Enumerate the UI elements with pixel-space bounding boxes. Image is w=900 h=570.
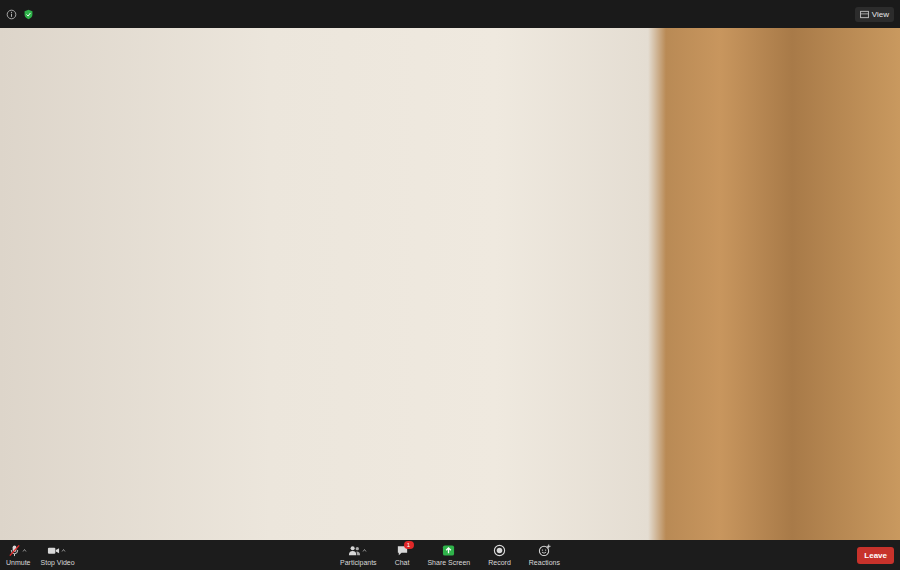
microphone-icon [8,544,21,557]
icon-row [442,544,455,557]
caret-up-icon[interactable] [362,546,369,555]
record-label: Record [488,559,511,567]
toolbar-right: Leave [560,547,894,564]
icon-wrap: 1 [396,544,409,557]
leave-button[interactable]: Leave [857,547,894,564]
participants-icon [348,544,361,557]
icon-wrap [538,544,551,557]
participants-label: Participants [340,559,377,567]
chat-badge: 1 [404,541,414,549]
view-grid-icon [860,10,869,19]
toolbar-left: Unmute Stop Video [6,544,340,567]
caret-up-icon[interactable] [22,546,29,555]
video-frame [0,28,900,540]
encryption-shield-icon[interactable] [23,9,34,20]
icon-row [8,544,29,557]
top-bar-left [6,9,34,20]
participants-button[interactable]: Participants [340,544,377,567]
reactions-label: Reactions [529,559,560,567]
icon-row [538,544,551,557]
icon-wrap [442,544,455,557]
toolbar-center: Participants 1 Chat Share Screen Record React… [340,544,560,567]
share-button[interactable]: Share Screen [427,544,470,567]
view-button[interactable]: View [855,7,894,22]
video-label: Stop Video [41,559,75,567]
icon-row [493,544,506,557]
meeting-toolbar: Unmute Stop Video Participants 1 Chat Share S… [0,540,900,570]
share-label: Share Screen [427,559,470,567]
reactions-icon [538,544,551,557]
mic-button[interactable]: Unmute [6,544,31,567]
icon-wrap [8,544,21,557]
record-icon [493,544,506,557]
icon-wrap [348,544,361,557]
icon-row [348,544,369,557]
view-label: View [872,10,889,19]
record-button[interactable]: Record [488,544,511,567]
share-screen-icon [442,544,455,557]
caret-up-icon[interactable] [61,546,68,555]
reactions-button[interactable]: Reactions [529,544,560,567]
icon-row [47,544,68,557]
icon-wrap [47,544,60,557]
camera-icon [47,544,60,557]
video-button[interactable]: Stop Video [41,544,75,567]
chat-button[interactable]: 1 Chat [395,544,410,567]
top-bar: View [0,0,900,28]
icon-wrap [493,544,506,557]
mic-label: Unmute [6,559,31,567]
chat-label: Chat [395,559,410,567]
icon-row: 1 [396,544,409,557]
info-icon[interactable] [6,9,17,20]
